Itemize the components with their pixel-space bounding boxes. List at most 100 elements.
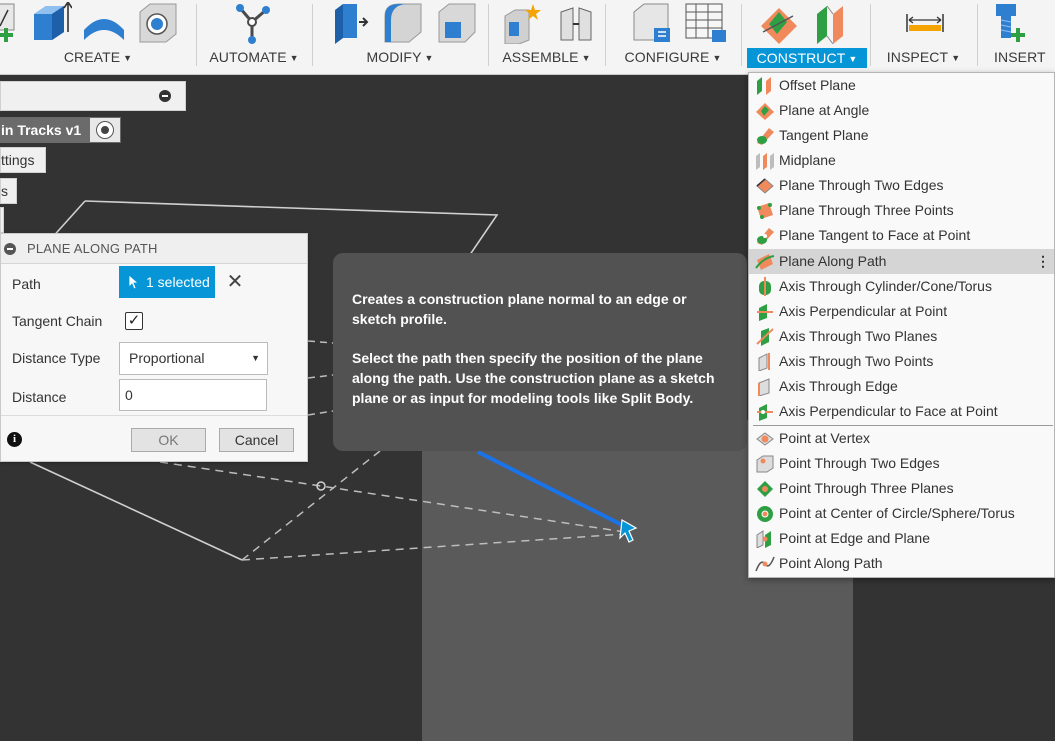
selected-path[interactable] xyxy=(477,450,625,528)
construct-dropdown-menu: Offset Plane Plane at Angle Tangent Plan… xyxy=(748,72,1055,578)
shell-icon[interactable] xyxy=(435,2,479,44)
joint-icon[interactable] xyxy=(557,4,597,44)
insert-group[interactable]: INSERT xyxy=(978,0,1055,75)
menu-item-label: Offset Plane xyxy=(779,77,856,93)
menu-item-axis-perpendicular-point[interactable]: Axis Perpendicular at Point xyxy=(749,299,1054,324)
configuration-table-icon[interactable] xyxy=(684,2,728,44)
path-row: Path 1 selected ✕ xyxy=(1,266,307,302)
toolbar: CREATE ▼ AUTOMATE ▼ MODIFY ▼ ASSEMBLE ▼ … xyxy=(0,0,1055,75)
plane-at-angle-tool-icon[interactable] xyxy=(759,2,799,44)
menu-item-point-edge-plane[interactable]: Point at Edge and Plane xyxy=(749,526,1054,551)
construction-line xyxy=(241,450,381,561)
fillet-icon[interactable] xyxy=(381,2,425,44)
distance-input[interactable]: 0 xyxy=(119,379,267,411)
menu-item-offset-plane[interactable]: Offset Plane xyxy=(749,73,1054,98)
configure-group[interactable]: CONFIGURE ▼ xyxy=(606,0,740,75)
sketch-line[interactable] xyxy=(29,461,243,561)
menu-item-plane-three-points[interactable]: Plane Through Three Points xyxy=(749,198,1054,223)
insert-menu-label[interactable]: INSERT xyxy=(994,49,1046,65)
construction-line xyxy=(307,410,334,416)
construction-line xyxy=(159,461,626,533)
cancel-button[interactable]: Cancel xyxy=(219,428,294,452)
automate-menu-label[interactable]: AUTOMATE ▼ xyxy=(197,49,311,65)
assemble-menu-label[interactable]: ASSEMBLE ▼ xyxy=(489,49,604,65)
menu-item-point-three-planes[interactable]: Point Through Three Planes xyxy=(749,476,1054,501)
chevron-down-icon: ▼ xyxy=(251,353,260,363)
midplane-icon xyxy=(756,153,774,170)
browser-root-label: in Tracks v1 xyxy=(1,122,82,138)
menu-item-midplane[interactable]: Midplane xyxy=(749,148,1054,173)
menu-item-label: Point at Center of Circle/Sphere/Torus xyxy=(779,505,1015,521)
browser-item-settings[interactable]: ttings xyxy=(0,147,46,173)
path-selection-button[interactable]: 1 selected xyxy=(119,266,215,298)
menu-item-plane-along-path[interactable]: Plane Along Path ⋮ xyxy=(749,249,1054,274)
menu-item-point-vertex[interactable]: Point at Vertex xyxy=(749,426,1054,451)
menu-item-point-two-edges[interactable]: Point Through Two Edges xyxy=(749,451,1054,476)
create-menu-label[interactable]: CREATE ▼ xyxy=(0,49,196,65)
construct-menu-label[interactable]: CONSTRUCT ▼ xyxy=(747,48,867,68)
inspect-menu-label[interactable]: INSPECT ▼ xyxy=(871,49,976,65)
plane-two-edges-icon xyxy=(756,178,774,194)
hole-icon[interactable] xyxy=(136,2,180,44)
menu-item-point-center[interactable]: Point at Center of Circle/Sphere/Torus xyxy=(749,501,1054,526)
plane-along-path-icon xyxy=(755,254,775,270)
menu-item-axis-two-points[interactable]: Axis Through Two Points xyxy=(749,349,1054,374)
menu-item-label: Plane at Angle xyxy=(779,102,870,118)
collapse-dialog-icon[interactable] xyxy=(4,243,16,255)
clear-selection-icon[interactable]: ✕ xyxy=(225,272,245,292)
menu-item-plane-two-edges[interactable]: Plane Through Two Edges xyxy=(749,173,1054,198)
create-sketch-icon[interactable] xyxy=(0,0,20,44)
dialog-title: PLANE ALONG PATH xyxy=(27,241,158,256)
command-tooltip: Creates a construction plane normal to a… xyxy=(333,253,747,451)
menu-item-axis-perpendicular-face[interactable]: Axis Perpendicular to Face at Point xyxy=(749,399,1054,424)
menu-item-tangent-plane[interactable]: Tangent Plane xyxy=(749,123,1054,148)
point-edge-plane-icon xyxy=(756,530,771,548)
assemble-group[interactable]: ASSEMBLE ▼ xyxy=(489,0,604,75)
browser-item-label: s xyxy=(1,183,8,199)
construction-line xyxy=(241,533,626,561)
offset-plane-icon xyxy=(757,77,771,95)
inspect-group[interactable]: INSPECT ▼ xyxy=(871,0,976,75)
dialog-title-bar[interactable]: PLANE ALONG PATH xyxy=(1,234,307,264)
modify-menu-label[interactable]: MODIFY ▼ xyxy=(313,49,487,65)
browser-item[interactable] xyxy=(0,207,4,233)
plane-tangent-face-icon xyxy=(757,228,774,245)
menu-item-label: Axis Perpendicular at Point xyxy=(779,303,948,319)
insert-mcmaster-icon[interactable] xyxy=(992,2,1032,44)
menu-item-axis-two-planes[interactable]: Axis Through Two Planes xyxy=(749,324,1054,349)
tangent-chain-row: Tangent Chain ✓ xyxy=(1,303,307,339)
automate-icon[interactable] xyxy=(232,2,274,44)
point-along-path-icon xyxy=(755,556,775,572)
axis-edge-icon xyxy=(758,378,770,396)
menu-item-plane-tangent-face[interactable]: Plane Tangent to Face at Point xyxy=(749,223,1054,248)
offset-plane-tool-icon[interactable] xyxy=(813,2,853,44)
info-icon[interactable]: i xyxy=(7,432,22,447)
distance-label: Distance xyxy=(12,389,67,405)
automate-group[interactable]: AUTOMATE ▼ xyxy=(197,0,311,75)
menu-item-point-along-path[interactable]: Point Along Path xyxy=(749,551,1054,576)
distance-type-select[interactable]: Proportional ▼ xyxy=(119,342,268,375)
tangent-chain-checkbox[interactable]: ✓ xyxy=(125,312,143,330)
axis-two-points-icon xyxy=(758,353,770,371)
configure-model-icon[interactable] xyxy=(630,2,674,44)
menu-item-axis-cylinder[interactable]: Axis Through Cylinder/Cone/Torus xyxy=(749,274,1054,299)
menu-item-label: Axis Through Cylinder/Cone/Torus xyxy=(779,278,992,294)
press-pull-icon[interactable] xyxy=(329,2,369,44)
activate-radio-icon[interactable] xyxy=(90,118,120,142)
configure-menu-label[interactable]: CONFIGURE ▼ xyxy=(606,49,740,65)
extrude-icon[interactable] xyxy=(30,2,72,44)
new-component-icon[interactable] xyxy=(503,2,545,44)
browser-item[interactable]: s xyxy=(0,178,17,204)
more-options-icon[interactable]: ⋮ xyxy=(1036,249,1050,274)
menu-item-plane-at-angle[interactable]: Plane at Angle xyxy=(749,98,1054,123)
create-group[interactable]: CREATE ▼ xyxy=(0,0,196,75)
distance-type-row: Distance Type Proportional ▼ xyxy=(1,340,307,376)
collapse-icon[interactable] xyxy=(159,90,171,102)
measure-icon[interactable] xyxy=(905,12,945,34)
browser-root-item[interactable]: in Tracks v1 xyxy=(0,117,121,143)
construct-group[interactable]: CONSTRUCT ▼ xyxy=(747,0,867,75)
ok-button[interactable]: OK xyxy=(131,428,206,452)
modify-group[interactable]: MODIFY ▼ xyxy=(313,0,487,75)
revolve-icon[interactable] xyxy=(82,4,126,44)
menu-item-axis-edge[interactable]: Axis Through Edge xyxy=(749,374,1054,399)
